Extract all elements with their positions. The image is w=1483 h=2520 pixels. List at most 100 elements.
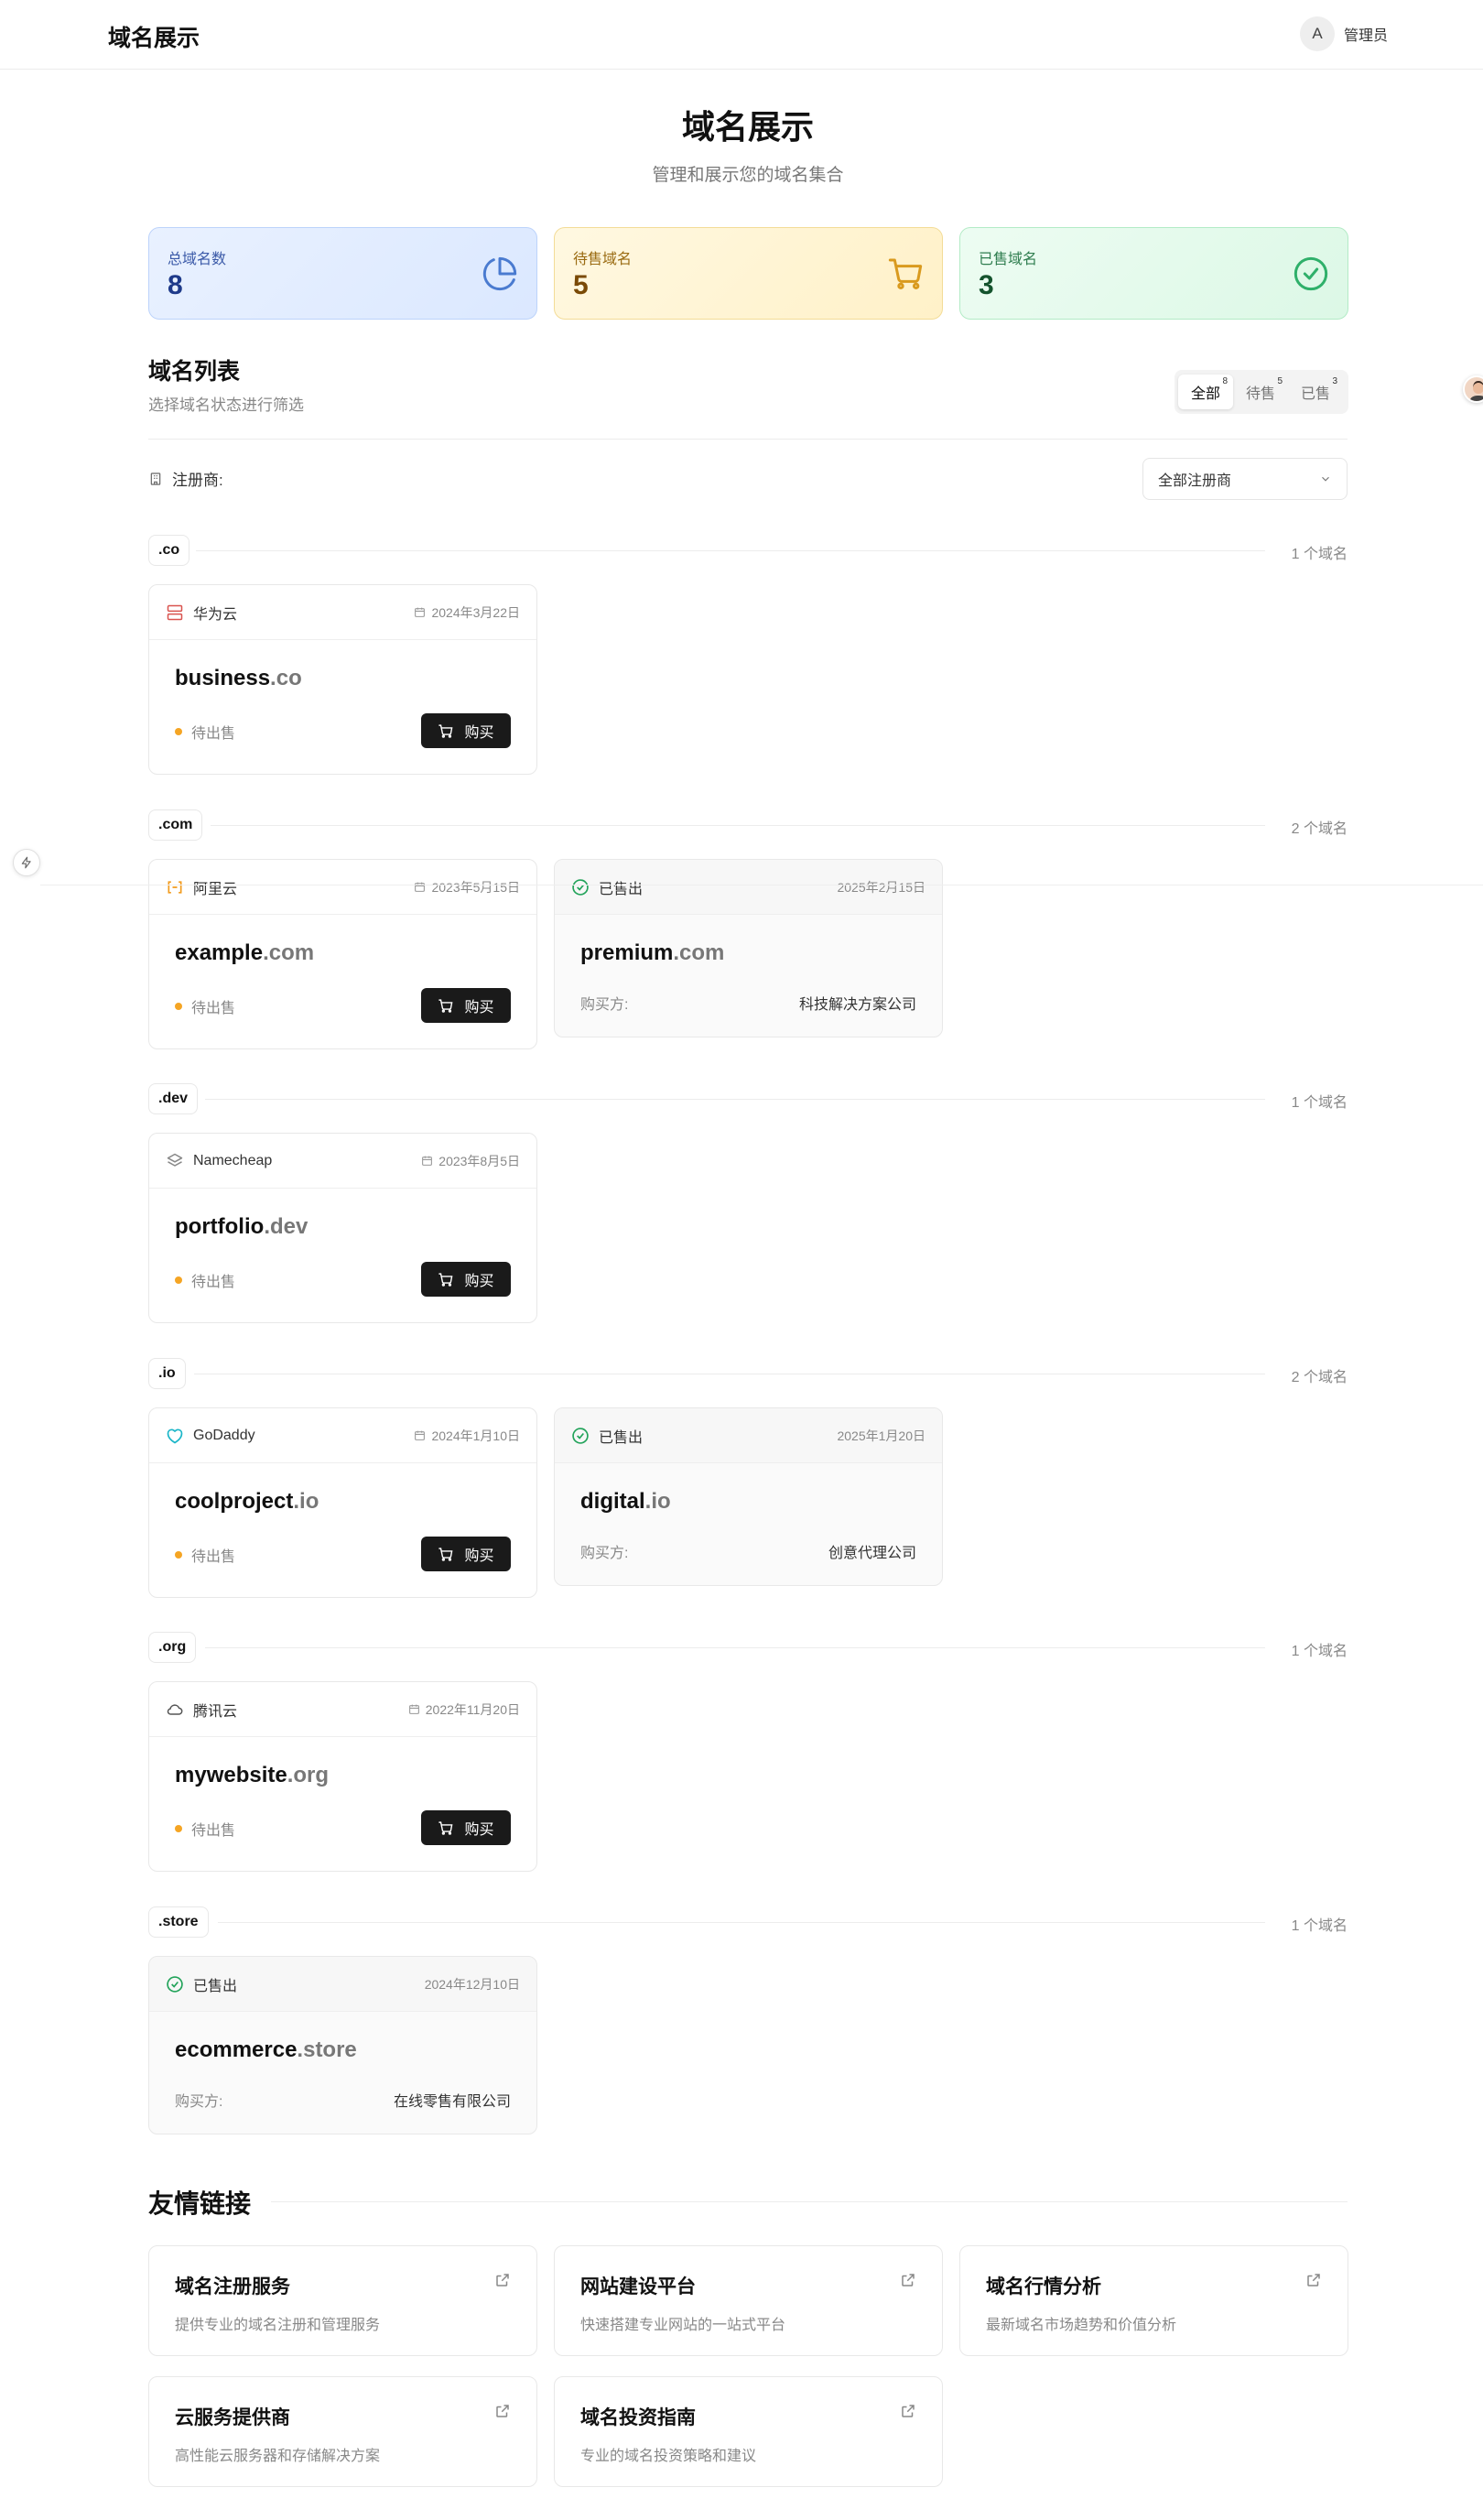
check-circle-icon [1294,256,1328,291]
domain-card-sold[interactable]: 已售出 2024年12月10日 ecommerce.store 购买方: 在线零… [148,1956,537,2134]
domain-card[interactable]: Namecheap 2023年8月5日 portfolio.dev 待出售 购买 [148,1133,537,1323]
tld-group-header: .store 1 个域名 [148,1906,1348,1938]
status-filter-tabs: 全部 8 待售 5 已售 3 [1174,370,1348,414]
user-name[interactable]: 管理员 [1344,23,1388,45]
registrar: Namecheap [166,1152,272,1170]
status-text: 待出售 [191,1823,236,1839]
divider [271,2201,1348,2202]
assistant-avatar[interactable] [1463,375,1483,403]
domain-label: coolproject [175,1489,294,1514]
date-text: 2024年3月22日 [431,604,520,620]
registrar: 阿里云 [166,876,237,898]
tab-count-badge: 3 [1332,376,1337,386]
tab-all[interactable]: 全部 8 [1178,375,1233,409]
registrar-name: 华为云 [193,606,238,623]
stat-value: 5 [573,270,589,300]
domain-card[interactable]: 腾讯云 2022年11月20日 mywebsite.org 待出售 购买 [148,1681,537,1872]
status-text: 待出售 [191,1275,236,1290]
domain-card-sold[interactable]: 已售出 2025年1月20日 digital.io 购买方: 创意代理公司 [554,1407,943,1586]
brand-logo[interactable]: 域名展示 [108,20,200,53]
buy-button[interactable]: 购买 [421,988,511,1023]
link-title: 域名注册服务 [175,2276,290,2297]
domain-card[interactable]: 华为云 2024年3月22日 business.co 待出售 购买 [148,584,537,775]
domain-name: example.com [175,940,314,966]
buy-button[interactable]: 购买 [421,1810,511,1845]
status-badge: 待出售 [175,1818,235,1840]
link-desc: 高性能云服务器和存储解决方案 [175,2449,381,2464]
building-icon [150,472,161,485]
link-title: 域名行情分析 [986,2276,1101,2297]
link-card[interactable]: 域名行情分析 最新域名市场趋势和价值分析 [959,2245,1348,2356]
domain-tld: .co [270,666,302,690]
domain-card[interactable]: GoDaddy 2024年1月10日 coolproject.io 待出售 购买 [148,1407,537,1598]
tld-count: 2 个域名 [1291,1370,1348,1385]
group-line [218,1922,1265,1923]
tld-tag: .dev [148,1083,199,1114]
buyer-name: 科技解决方案公司 [798,997,916,1013]
cart-icon [438,998,453,1013]
tab-sold[interactable]: 已售 3 [1288,375,1343,409]
floating-action-button[interactable] [13,849,40,876]
tab-pending[interactable]: 待售 5 [1233,375,1288,409]
tld-group-header: .dev 1 个域名 [148,1083,1348,1114]
external-link-icon [902,2274,915,2286]
card-header: 腾讯云 2022年11月20日 [149,1682,536,1737]
domain-card-sold[interactable]: 已售出 2025年2月15日 premium.com 购买方: 科技解决方案公司 [554,859,943,1037]
date-text: 2023年5月15日 [431,879,520,895]
domain-label: example [175,940,264,965]
registrar-select-value: 全部注册商 [1158,473,1232,489]
buy-button[interactable]: 购买 [421,1537,511,1571]
card-header: GoDaddy 2024年1月10日 [149,1408,536,1463]
domain-name: coolproject.io [175,1489,319,1515]
tab-label: 全部 [1190,386,1220,402]
stat-label: 待售域名 [573,252,633,267]
domain-label: portfolio [175,1214,265,1239]
card-header: 已售出 2025年1月20日 [555,1408,942,1463]
cart-icon [438,1820,453,1835]
link-card[interactable]: 网站建设平台 快速搭建专业网站的一站式平台 [554,2245,943,2356]
group-line [205,1099,1265,1100]
pie-chart-icon [482,256,517,291]
avatar[interactable]: A [1299,16,1335,51]
stat-value: 8 [168,270,183,300]
stat-value: 3 [979,270,994,300]
buy-button[interactable]: 购买 [421,1262,511,1297]
link-title: 域名投资指南 [580,2407,696,2428]
server-icon [167,604,183,620]
group-line [196,550,1265,551]
link-title: 云服务提供商 [175,2407,290,2428]
cart-icon [438,1547,453,1561]
user-menu[interactable]: A 管理员 [1299,16,1388,51]
tld-group-header: .co 1 个域名 [148,535,1348,566]
sold-label: 已售出 [599,1429,644,1446]
sold-label: 已售出 [193,1978,238,1994]
tld-count: 1 个域名 [1291,1918,1348,1934]
stat-sold: 已售域名 3 [959,227,1348,320]
register-date: 2023年5月15日 [414,878,520,896]
domain-card[interactable]: 阿里云 2023年5月15日 example.com 待出售 购买 [148,859,537,1049]
domain-tld: .store [297,2037,357,2062]
domain-tld: .com [673,940,725,965]
status-dot [175,1825,182,1832]
buy-button[interactable]: 购买 [421,713,511,748]
sold-status: 已售出 [571,1425,643,1447]
registrar-label: 注册商: [172,472,223,489]
tab-count-badge: 8 [1222,376,1228,386]
tld-count: 1 个域名 [1291,547,1348,562]
buy-label: 购买 [464,1822,494,1838]
check-circle-icon [167,1975,183,1993]
sold-label: 已售出 [599,881,644,897]
buy-label: 购买 [464,1274,494,1289]
links-title: 友情链接 [148,2189,252,2218]
card-header: 已售出 2025年2月15日 [555,860,942,915]
link-card[interactable]: 云服务提供商 高性能云服务器和存储解决方案 [148,2376,537,2487]
tld-count: 1 个域名 [1291,1644,1348,1659]
link-card[interactable]: 域名注册服务 提供专业的域名注册和管理服务 [148,2245,537,2356]
group-line [211,825,1265,826]
link-card[interactable]: 域名投资指南 专业的域名投资策略和建议 [554,2376,943,2487]
tab-label: 待售 [1245,386,1275,402]
link-desc: 专业的域名投资策略和建议 [580,2449,757,2464]
buyer-label: 购买方: [175,2094,223,2110]
external-link-icon [496,2405,509,2417]
registrar-select[interactable]: 全部注册商 [1142,458,1348,500]
